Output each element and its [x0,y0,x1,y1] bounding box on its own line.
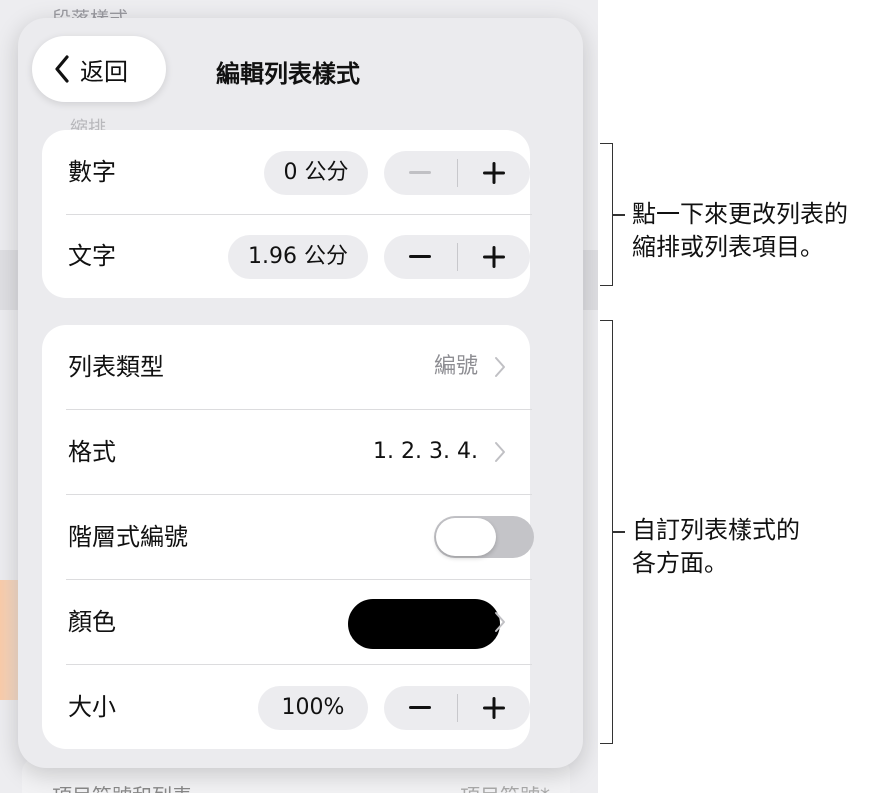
plus-icon [483,162,505,184]
minus-icon [409,255,431,258]
plus-icon [483,246,505,268]
decrement-button[interactable] [384,235,456,279]
decrement-button[interactable] [384,686,456,730]
tiered-numbering-row: 階層式編號 [42,495,534,579]
background-footer-label: 項目符號和列表 [52,780,192,793]
toggle-knob [436,518,496,556]
list-size-stepper [384,686,530,730]
decrement-button[interactable] [384,151,456,195]
increment-button[interactable] [458,686,530,730]
indent-text-row: 文字 1.96 公分 [42,214,530,298]
callout-indent-line2: 縮排或列表項目。 [632,233,824,261]
edit-list-style-popover: 縮排 返回 編輯列表樣式 數字 0 公分 文字 1.96 公分 列表類型 編號 … [18,18,583,768]
annotation-bracket-tick [613,531,625,533]
list-color-row[interactable]: 顏色 [42,580,530,664]
page-title: 編輯列表樣式 [216,60,360,88]
chevron-right-icon [495,442,505,462]
back-button[interactable]: 返回 [32,36,166,102]
list-size-value[interactable]: 100% [258,686,368,730]
minus-icon [409,171,431,174]
annotation-bracket [600,320,613,744]
chevron-left-icon [55,55,69,83]
indent-text-label: 文字 [68,242,116,270]
list-size-label: 大小 [68,693,116,721]
annotation-bracket [600,143,613,286]
annotation-bracket-tick [613,214,625,216]
indent-card: 數字 0 公分 文字 1.96 公分 [42,130,532,298]
indent-number-value[interactable]: 0 公分 [264,151,368,195]
chevron-right-icon [495,612,505,632]
indent-number-stepper [384,151,530,195]
increment-button[interactable] [458,151,530,195]
list-format-value: 1. 2. 3. 4. [373,439,478,464]
list-color-label: 顏色 [68,608,116,636]
indent-number-row: 數字 0 公分 [42,130,530,214]
callout-aspects-line1: 自訂列表樣式的 [632,516,800,544]
callout-indent-line1: 點一下來更改列表的 [632,200,848,228]
list-type-row[interactable]: 列表類型 編號 [42,325,530,409]
minus-icon [409,706,431,709]
color-swatch[interactable] [348,599,500,649]
back-button-label: 返回 [80,57,128,86]
tiered-numbering-toggle[interactable] [434,516,534,558]
list-format-label: 格式 [68,438,116,466]
list-type-value: 編號 [433,354,478,379]
callout-indent: 點一下來更改列表的 縮排或列表項目。 [632,198,848,264]
indent-number-label: 數字 [68,158,116,186]
indent-text-stepper [384,235,530,279]
tiered-numbering-label: 階層式編號 [68,523,188,551]
list-settings-card: 列表類型 編號 格式 1. 2. 3. 4. 階層式編號 顏色 大小 100% [42,325,534,749]
callout-aspects: 自訂列表樣式的 各方面。 [632,514,800,580]
background-footer-value: 項目符號* [460,780,550,793]
chevron-right-icon [495,357,505,377]
callout-aspects-line2: 各方面。 [632,549,728,577]
list-type-label: 列表類型 [68,353,164,381]
background-app: 段落樣式 項目符號和列表 項目符號* 縮排 返回 編輯列表樣式 數字 0 公分 [0,0,598,793]
increment-button[interactable] [458,235,530,279]
list-size-row: 大小 100% [42,665,530,749]
plus-icon [483,697,505,719]
list-format-row[interactable]: 格式 1. 2. 3. 4. [42,410,530,494]
indent-text-value[interactable]: 1.96 公分 [228,235,368,279]
